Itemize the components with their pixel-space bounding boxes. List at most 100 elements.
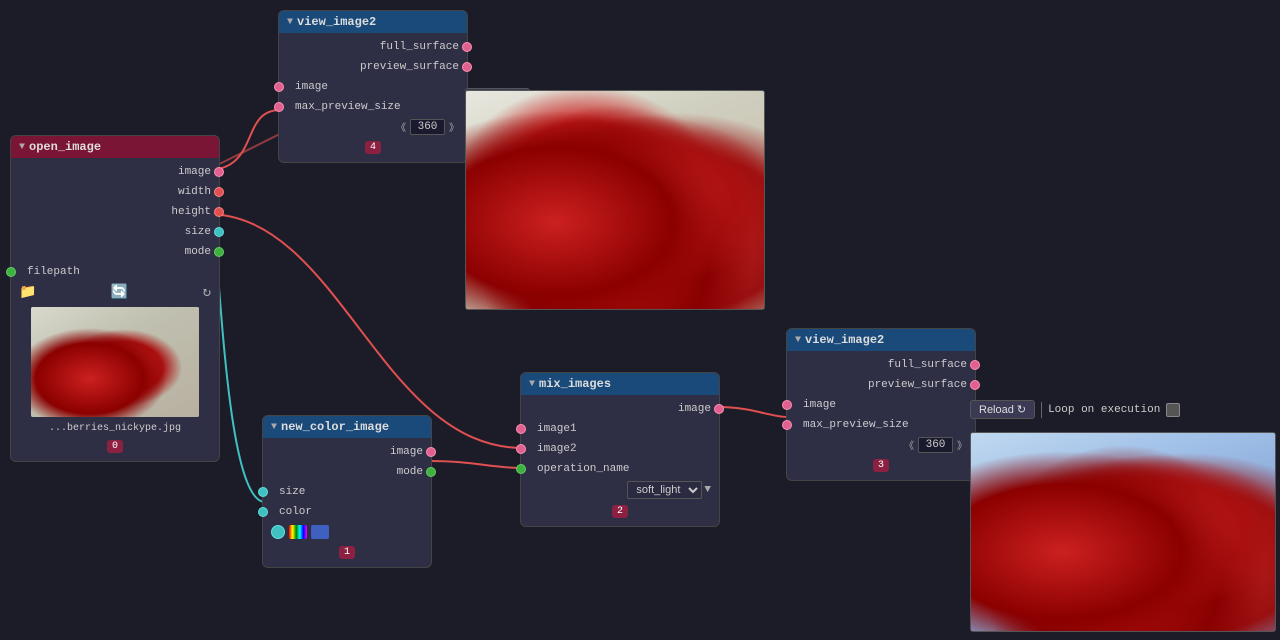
node-open-image-body: image width height size mode (11, 158, 219, 461)
file-icons-row: 📁 🔄 ↻ (11, 282, 219, 303)
node-mix-header[interactable]: ▼ mix_images (521, 373, 719, 395)
badge-row-v2: 3 (787, 455, 975, 476)
port-row-filepath-in: filepath (11, 262, 219, 282)
slider-left-icon-v1[interactable]: 《 (396, 119, 406, 135)
node-graph-canvas: ▼ open_image image width height size m (0, 0, 1280, 640)
port-dot-maxpreview-in-view1[interactable] (274, 102, 284, 112)
collapse-arrow-nc-icon[interactable]: ▼ (271, 422, 277, 433)
port-dot-size-out[interactable] (214, 227, 224, 237)
thumbnail-image (31, 307, 199, 417)
port-dot-filepath-in[interactable] (6, 267, 16, 277)
collapse-arrow-view2-icon[interactable]: ▼ (795, 335, 801, 346)
port-row-image1-in-mix: image1 (521, 419, 719, 439)
port-label-image1-mix: image1 (537, 423, 577, 435)
node-new-color-header[interactable]: ▼ new_color_image (263, 416, 431, 438)
port-label-maxpreview-v1: max_preview_size (295, 101, 401, 113)
operation-dropdown[interactable]: soft_light multiply screen overlay (627, 481, 702, 499)
port-dot-image-in-view1[interactable] (274, 82, 284, 92)
port-dot-image-out-nc[interactable] (426, 447, 436, 457)
port-row-mode-out: mode (11, 242, 219, 262)
port-row-image-out: image (11, 162, 219, 182)
port-label-maxpreview-v2: max_preview_size (803, 419, 909, 431)
divider-br (1041, 402, 1042, 418)
port-dot-opname-in-mix[interactable] (516, 464, 526, 474)
port-label-image-in-v1: image (295, 81, 328, 93)
slider-left-icon-v2[interactable]: 《 (904, 437, 914, 453)
port-label-color-in-nc: color (279, 506, 312, 518)
port-dot-maxpreview-in-v2[interactable] (782, 420, 792, 430)
port-label-size: size (185, 226, 211, 238)
node-view1-header[interactable]: ▼ view_image2 (279, 11, 467, 33)
port-dot-image-in-v2[interactable] (782, 400, 792, 410)
port-dot-preview-surface-out-v2[interactable] (970, 380, 980, 390)
reload-bar-br: Reload ↻ Loop on execution (970, 400, 1180, 419)
port-dot-preview-surface-out[interactable] (462, 62, 472, 72)
strawberry-image-br (971, 433, 1275, 631)
port-row-color-in-nc: color (263, 502, 431, 522)
node-view-image2-br: ▼ view_image2 full_surface preview_surfa… (786, 328, 976, 481)
reload-icon[interactable]: ↻ (203, 284, 211, 301)
slider-right-icon-v1[interactable]: 》 (449, 119, 459, 135)
node-badge-v1: 4 (365, 141, 381, 154)
slider-value-v1[interactable]: 360 (410, 119, 445, 135)
swatch-blue[interactable] (311, 525, 329, 539)
node-view2-title: view_image2 (805, 333, 884, 347)
port-row-size-in-nc: size (263, 482, 431, 502)
port-row-image2-in-mix: image2 (521, 439, 719, 459)
badge-row-v1: 4 (279, 137, 467, 158)
port-label-image-mix: image (678, 403, 711, 415)
port-dot-size-in-nc[interactable] (258, 487, 268, 497)
port-label-full-surface: full_surface (380, 41, 459, 53)
dropdown-row-mix: soft_light multiply screen overlay ▼ (521, 479, 719, 501)
node-mix-images: ▼ mix_images image image1 image2 operati… (520, 372, 720, 527)
node-open-image-title: open_image (29, 140, 101, 154)
node-badge-nc: 1 (339, 546, 355, 559)
port-row-fullsurface-out: full_surface (279, 37, 467, 57)
port-label-image2-mix: image2 (537, 443, 577, 455)
color-swatches-row (263, 522, 431, 542)
port-label-mode: mode (185, 246, 211, 258)
port-row-mode-out-nc: mode (263, 462, 431, 482)
swatch-rainbow[interactable] (289, 525, 307, 539)
slider-value-v2[interactable]: 360 (918, 437, 953, 453)
collapse-arrow-icon[interactable]: ▼ (19, 142, 25, 153)
node-view-image2-top: ▼ view_image2 full_surface preview_surfa… (278, 10, 468, 163)
folder-icon[interactable]: 📁 (19, 284, 36, 301)
slider-right-icon-v2[interactable]: 》 (957, 437, 967, 453)
port-dot-image-out[interactable] (214, 167, 224, 177)
port-dot-height-out[interactable] (214, 207, 224, 217)
port-dot-color-in-nc[interactable] (258, 507, 268, 517)
port-dot-full-surface-out-v2[interactable] (970, 360, 980, 370)
port-label-image: image (178, 166, 211, 178)
port-label-preview-surface-v2: preview_surface (868, 379, 967, 391)
port-dot-image-out-mix[interactable] (714, 404, 724, 414)
collapse-arrow-view1-icon[interactable]: ▼ (287, 17, 293, 28)
node-view2-header[interactable]: ▼ view_image2 (787, 329, 975, 351)
reload-label-br: Reload (979, 404, 1014, 416)
loop-checkbox-br[interactable] (1166, 403, 1180, 417)
node-mix-body: image image1 image2 operation_name soft_… (521, 395, 719, 526)
port-label-filepath: filepath (27, 266, 80, 278)
port-row-opname-in-mix: operation_name (521, 459, 719, 479)
node-open-image-header[interactable]: ▼ open_image (11, 136, 219, 158)
port-dot-mode-out-nc[interactable] (426, 467, 436, 477)
port-label-width: width (178, 186, 211, 198)
port-dot-image1-in-mix[interactable] (516, 424, 526, 434)
port-row-image-out-mix: image (521, 399, 719, 419)
node-view1-body: full_surface preview_surface image max_p… (279, 33, 467, 162)
port-row-image-out-nc: image (263, 442, 431, 462)
port-dot-width-out[interactable] (214, 187, 224, 197)
port-dot-full-surface-out[interactable] (462, 42, 472, 52)
reload-icon-br: ↻ (1017, 403, 1026, 416)
swatch-teal[interactable] (271, 525, 285, 539)
filename-label: ...berries_nickype.jpg (11, 421, 219, 436)
port-dot-mode-out[interactable] (214, 247, 224, 257)
node-badge-v2: 3 (873, 459, 889, 472)
reload-button-br[interactable]: Reload ↻ (970, 400, 1035, 419)
badge-row-0: 0 (11, 436, 219, 457)
port-dot-image2-in-mix[interactable] (516, 444, 526, 454)
refresh-small-icon[interactable]: 🔄 (111, 284, 128, 301)
port-row-preview-surface-out-v2: preview_surface (787, 375, 975, 395)
port-row-maxpreview-in-v2: max_preview_size (787, 415, 975, 435)
collapse-arrow-mix-icon[interactable]: ▼ (529, 379, 535, 390)
